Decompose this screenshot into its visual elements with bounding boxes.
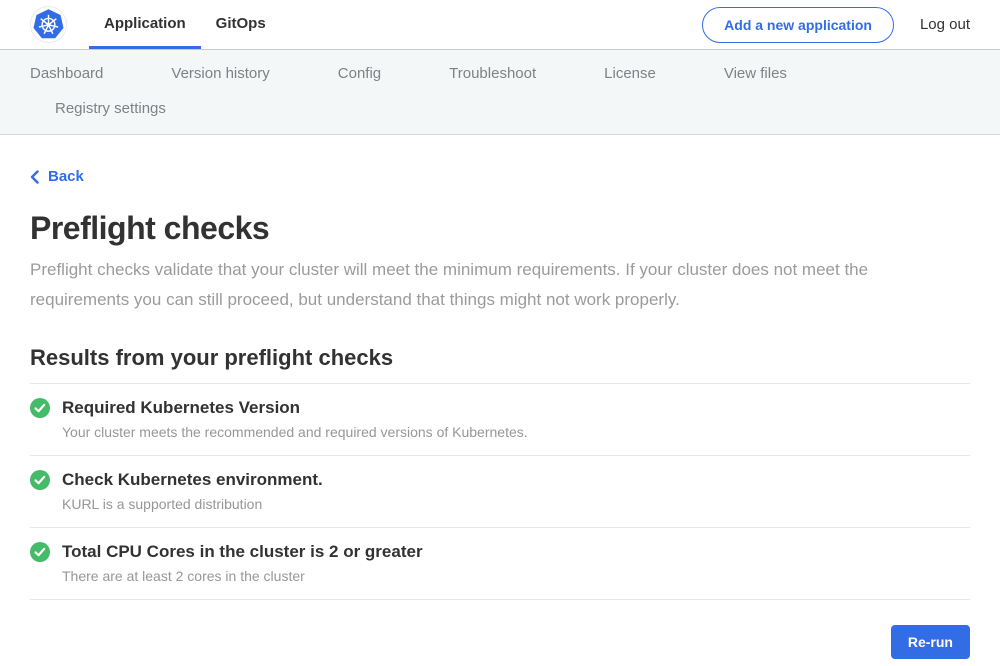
check-message: There are at least 2 cores in the cluste… [62,568,423,585]
tab-gitops[interactable]: GitOps [201,0,281,49]
subnav-item-troubleshoot[interactable]: Troubleshoot [449,65,536,82]
back-link[interactable]: Back [30,168,84,185]
check-row-cpu-cores: Total CPU Cores in the cluster is 2 or g… [30,528,970,600]
check-message: Your cluster meets the recommended and r… [62,424,528,441]
check-pass-icon [30,470,50,495]
subnav-item-version-history[interactable]: Version history [171,65,269,82]
subnav-item-registry-settings[interactable]: Registry settings [55,100,166,117]
check-pass-icon [30,398,50,423]
add-new-application-button[interactable]: Add a new application [702,7,894,43]
subnav-item-license[interactable]: License [604,65,656,82]
page-description: Preflight checks validate that your clus… [30,255,970,315]
check-row-kubernetes-version: Required Kubernetes Version Your cluster… [30,384,970,456]
tab-application[interactable]: Application [89,0,201,49]
check-message: KURL is a supported distribution [62,496,323,513]
page-title: Preflight checks [30,210,970,246]
preflight-results-list: Required Kubernetes Version Your cluster… [30,383,970,600]
tab-application-label: Application [104,15,186,32]
tab-gitops-label: GitOps [216,15,266,32]
top-header: Application GitOps Add a new application… [0,0,1000,50]
subnav-item-view-files[interactable]: View files [724,65,787,82]
preflight-page: Back Preflight checks Preflight checks v… [0,135,1000,659]
check-title: Total CPU Cores in the cluster is 2 or g… [62,541,423,562]
check-row-kubernetes-environment: Check Kubernetes environment. KURL is a … [30,456,970,528]
check-pass-icon [30,542,50,567]
back-label: Back [48,168,84,185]
rerun-button[interactable]: Re-run [891,625,970,659]
subnav-item-config[interactable]: Config [338,65,381,82]
results-heading: Results from your preflight checks [30,344,970,371]
check-title: Check Kubernetes environment. [62,469,323,490]
subnav-item-dashboard[interactable]: Dashboard [30,65,103,82]
logout-link[interactable]: Log out [920,16,970,33]
check-title: Required Kubernetes Version [62,397,528,418]
primary-tabs: Application GitOps [89,0,281,49]
app-subnav: Dashboard Version history Config Trouble… [0,50,1000,135]
kubernetes-logo [30,0,67,49]
chevron-left-icon [30,170,39,184]
